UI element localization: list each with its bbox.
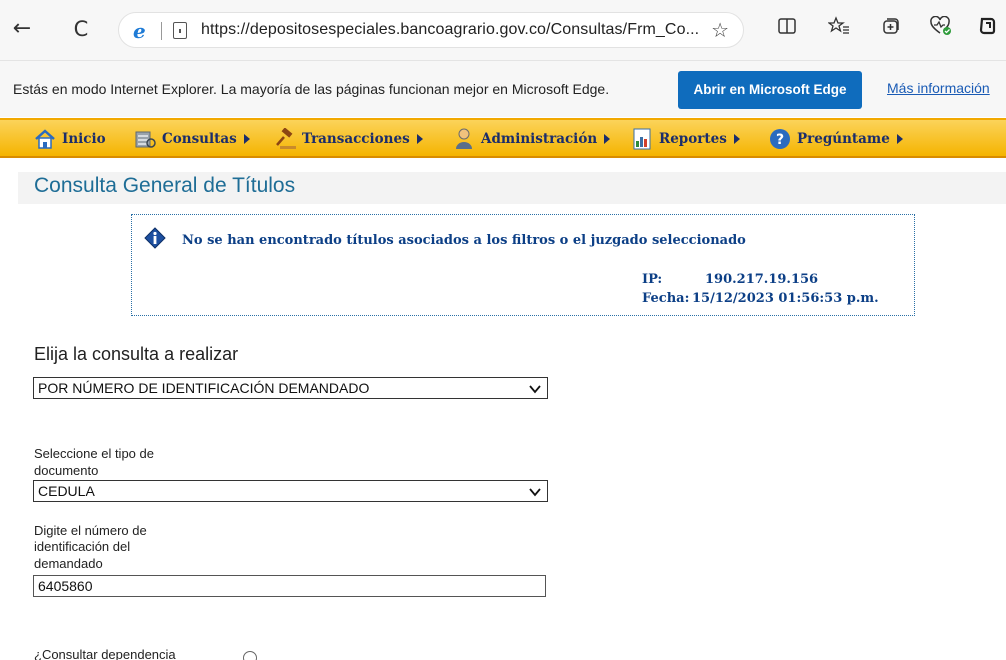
ie-mode-icon[interactable]: e [133, 21, 153, 41]
menu-item-label: Inicio [62, 131, 106, 147]
dependency-radio[interactable] [243, 651, 257, 660]
ip-value: 190.217.19.156 [705, 272, 819, 287]
svg-text:?: ? [776, 132, 784, 148]
help-icon: ? [769, 128, 791, 150]
menu-item-consultas[interactable]: Consultas [134, 126, 250, 152]
submenu-arrow-icon [416, 134, 423, 144]
database-icon [134, 128, 156, 150]
browser-toolbar: ← C e https://depositosespeciales.bancoa… [0, 0, 1006, 60]
favorites-icon[interactable] [826, 14, 852, 44]
page-info-icon[interactable] [173, 22, 187, 39]
ie-mode-message: Estás en modo Internet Explorer. La mayo… [13, 81, 610, 97]
chevron-down-icon [529, 488, 541, 497]
submenu-arrow-icon [604, 134, 611, 144]
id-label-line2: identificación del [34, 539, 131, 554]
address-bar[interactable]: e https://depositosespeciales.bancoagrar… [118, 12, 744, 48]
home-icon [34, 128, 56, 150]
submenu-arrow-icon [733, 134, 740, 144]
document-type-value: CEDULA [38, 483, 95, 499]
page-title: Consulta General de Títulos [34, 174, 296, 197]
menu-item-transacciones[interactable]: Transacciones [274, 126, 423, 152]
section-title: Elija la consulta a realizar [34, 344, 239, 364]
date-value: 15/12/2023 01:56:53 p.m. [692, 291, 879, 306]
id-label-line1: Digite el número de [34, 523, 147, 538]
url-text[interactable]: https://depositosespeciales.bancoagrario… [201, 21, 699, 39]
menu-item-reportes[interactable]: Reportes [631, 126, 740, 152]
chevron-down-icon [529, 385, 541, 394]
info-icon [144, 227, 166, 249]
back-arrow-icon: ← [12, 16, 32, 41]
query-type-select[interactable]: POR NÚMERO DE IDENTIFICACIÓN DEMANDADO [33, 377, 548, 399]
document-type-select[interactable]: CEDULA [33, 480, 548, 502]
copilot-icon[interactable] [975, 14, 1001, 44]
menu-item-label: Transacciones [302, 131, 410, 147]
more-info-link[interactable]: Más información [887, 80, 990, 96]
submenu-arrow-icon [896, 134, 903, 144]
page-title-bar: Consulta General de Títulos [18, 172, 1006, 204]
dependency-label: ¿Consultar dependencia [34, 647, 176, 660]
report-icon [631, 128, 653, 150]
refresh-button[interactable]: C [67, 14, 95, 44]
refresh-icon: C [73, 17, 89, 41]
browser-essentials-icon[interactable] [928, 14, 954, 44]
address-separator [161, 22, 162, 40]
date-label: Fecha: [642, 291, 690, 306]
split-screen-icon[interactable] [774, 14, 800, 44]
menu-item-label: Reportes [659, 131, 727, 147]
back-button[interactable]: ← [8, 14, 36, 44]
ie-mode-notification-bar: Estás en modo Internet Explorer. La mayo… [0, 60, 1006, 117]
submenu-arrow-icon [243, 134, 250, 144]
id-number-value: 6405860 [38, 578, 93, 594]
info-message-text: No se han encontrado títulos asociados a… [182, 233, 746, 248]
add-favorite-star-icon[interactable]: ☆ [711, 18, 729, 42]
collections-icon[interactable] [878, 14, 904, 44]
gavel-icon [274, 127, 296, 150]
main-menu-bar: Inicio Consultas Transacciones Administr… [0, 118, 1006, 158]
open-in-edge-button[interactable]: Abrir en Microsoft Edge [678, 71, 862, 109]
query-type-value: POR NÚMERO DE IDENTIFICACIÓN DEMANDADO [38, 380, 370, 396]
ip-label: IP: [642, 272, 663, 287]
menu-item-label: Administración [481, 131, 598, 147]
info-message-box: No se han encontrado títulos asociados a… [131, 214, 915, 316]
menu-item-label: Pregúntame [797, 131, 890, 147]
doc-type-label-line2: documento [34, 463, 99, 478]
menu-item-preguntame[interactable]: ? Pregúntame [769, 126, 903, 152]
id-label-line3: demandado [34, 556, 103, 571]
id-number-input[interactable]: 6405860 [33, 575, 546, 597]
doc-type-label-line1: Seleccione el tipo de [34, 446, 154, 461]
menu-item-label: Consultas [162, 131, 237, 147]
menu-item-administracion[interactable]: Administración [453, 126, 611, 152]
user-icon [453, 128, 475, 150]
menu-item-inicio[interactable]: Inicio [34, 126, 106, 152]
